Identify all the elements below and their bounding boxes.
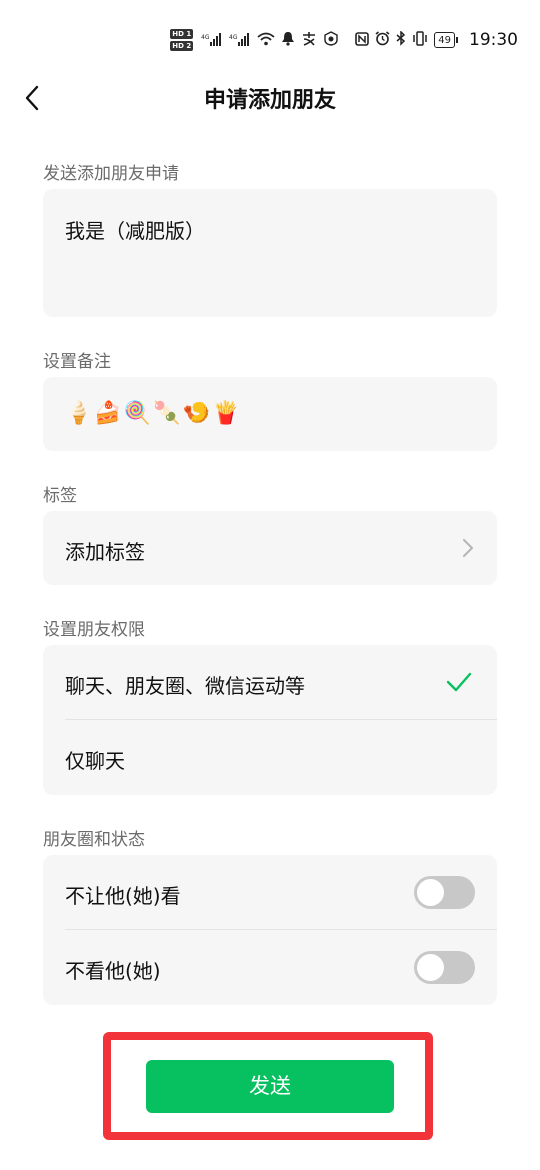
hide-their-moments-label: 不看他(她) [65,959,161,983]
permission-option-label: 聊天、朋友圈、微信运动等 [65,674,305,698]
svg-text:4G: 4G [201,34,210,41]
permission-section-label: 设置朋友权限 [43,620,145,640]
battery-indicator: 49 [434,32,458,48]
hd-indicator: HD 1 HD 2 [170,29,194,51]
nfc-icon [355,31,370,49]
permission-option-label: 仅聊天 [65,749,125,773]
signal-4g-icon: 4G [229,32,251,49]
tag-section-label: 标签 [43,486,77,506]
hide-their-moments-row: 不看他(她) [43,930,497,1005]
check-icon [446,672,472,692]
add-tag-label: 添加标签 [65,540,145,564]
permission-options: 聊天、朋友圈、微信运动等 仅聊天 [43,645,497,795]
permission-option-chat-only[interactable]: 仅聊天 [43,720,497,795]
page-title: 申请添加朋友 [203,88,336,113]
hide-my-moments-row: 不让他(她)看 [43,855,497,930]
hide-my-moments-label: 不让他(她)看 [65,884,181,908]
hd2-badge: HD 2 [170,41,194,51]
signal-4g-icon: 4G [201,32,223,49]
bluetooth-icon [396,30,406,49]
vibrate-icon [412,31,428,49]
moments-options: 不让他(她)看 不看他(她) [43,855,497,1005]
add-tag-row[interactable]: 添加标签 [43,511,497,585]
toggle-knob [417,954,444,981]
alarm-icon [375,31,390,49]
remark-field[interactable]: 🍦🍰🍭🍡🍤🍟 [43,377,497,451]
remark-section-label: 设置备注 [43,352,111,372]
moments-section-label: 朋友圈和状态 [43,830,145,850]
remark-text: 🍦🍰🍭🍡🍤🍟 [65,401,242,426]
shield-icon [323,31,339,49]
permission-option-all[interactable]: 聊天、朋友圈、微信运动等 [43,645,497,720]
request-message-field[interactable]: 我是（减肥版） [43,189,497,317]
svg-text:4G: 4G [229,34,238,41]
request-message-text: 我是（减肥版） [65,219,205,243]
alipay-icon [301,31,317,49]
clock: 19:30 [469,30,518,50]
wifi-icon [257,32,275,49]
status-icons: HD 1 HD 2 4G 4G 49 19:30 [170,26,518,54]
hide-my-moments-toggle[interactable] [414,876,475,909]
battery-level: 49 [438,34,451,46]
toggle-knob [417,879,444,906]
hd1-badge: HD 1 [170,29,194,39]
send-button[interactable]: 发送 [146,1060,394,1113]
notification-bell-icon [281,31,295,49]
chevron-right-icon [463,539,473,557]
message-section-label: 发送添加朋友申请 [43,164,179,184]
header: 申请添加朋友 [0,76,540,120]
hide-their-moments-toggle[interactable] [414,951,475,984]
status-bar: HD 1 HD 2 4G 4G 49 19:30 [0,0,540,80]
